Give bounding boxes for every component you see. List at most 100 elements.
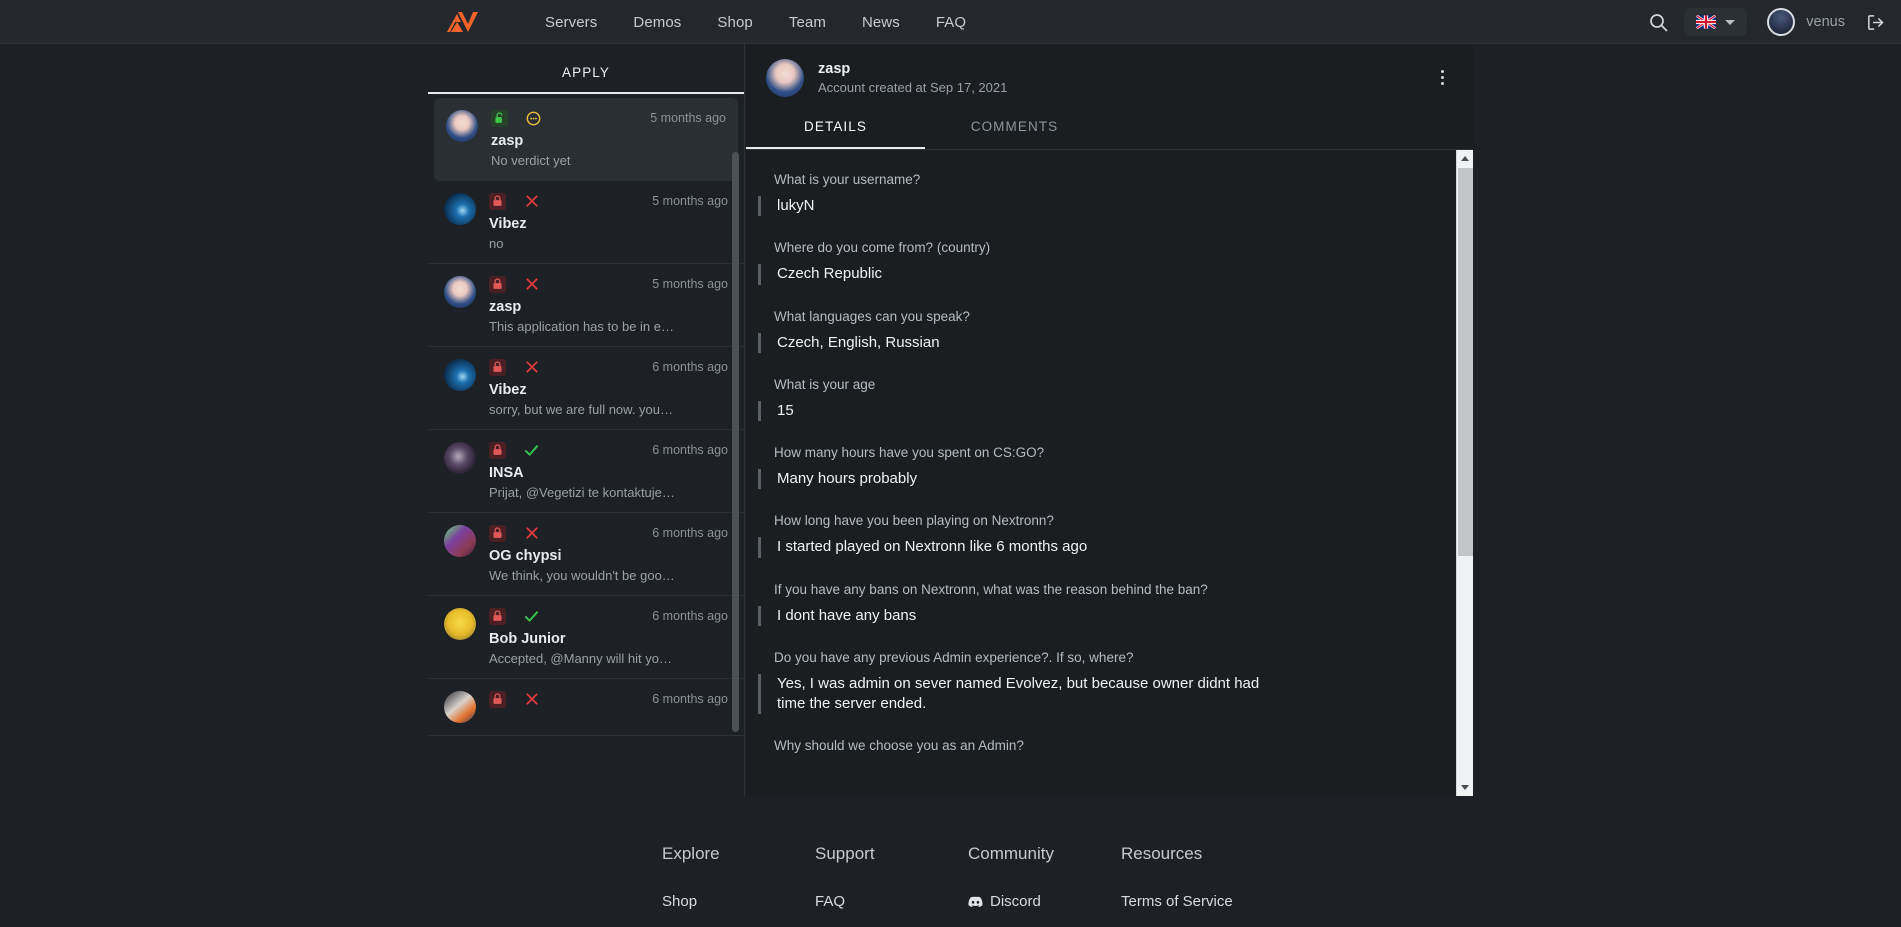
nav-item-demos[interactable]: Demos: [633, 14, 681, 31]
application-list-item[interactable]: 6 months ago Vibez sorry, but we are ful…: [428, 347, 744, 430]
check-icon: [524, 610, 539, 622]
verdict-icon: [523, 691, 540, 708]
verdict-text: sorry, but we are full now. you…: [489, 402, 674, 417]
kebab-menu-icon[interactable]: [1429, 65, 1455, 91]
footer-column: Community Discord: [968, 844, 1121, 910]
footer-link[interactable]: Terms of Service: [1121, 893, 1274, 910]
details-body: What is your username? lukyN Where do you …: [746, 150, 1473, 796]
answer-text: I dont have any bans: [758, 605, 1288, 626]
answer-text: Many hours probably: [758, 469, 1288, 490]
logo-icon: [447, 12, 478, 32]
timestamp: 6 months ago: [652, 443, 728, 457]
application-list-item[interactable]: 5 months ago zasp No verdict yet: [434, 98, 738, 181]
user-menu[interactable]: venus: [1767, 8, 1845, 36]
applicant-avatar: [444, 525, 476, 557]
application-list-item[interactable]: 6 months ago: [428, 679, 744, 736]
header-actions: venus: [1638, 0, 1893, 44]
uk-flag-icon: [1696, 15, 1717, 29]
question-label: If you have any bans on Nextronn, what w…: [774, 581, 1208, 597]
pending-icon: [526, 111, 541, 125]
search-icon: [1649, 13, 1668, 31]
verdict-icon: [525, 110, 542, 127]
applicant-avatar: [444, 193, 476, 225]
search-button[interactable]: [1638, 2, 1678, 42]
tab-comments[interactable]: COMMENTS: [925, 111, 1104, 149]
applicant-name: Bob Junior: [489, 631, 566, 647]
question-label: What languages can you speak?: [774, 308, 970, 324]
verdict-text: This application has to be in e…: [489, 319, 674, 334]
application-list-item[interactable]: 6 months ago Bob Junior Accepted, @Manny…: [428, 596, 744, 679]
language-selector[interactable]: [1684, 8, 1748, 36]
triangle-down-icon: [1460, 785, 1469, 790]
sidebar-scrollbar-thumb[interactable]: [732, 152, 739, 732]
verdict-text: Accepted, @Manny will hit yo…: [489, 651, 672, 666]
qa-block: Why should we choose you as an Admin?: [758, 738, 1445, 753]
verdict-text: No verdict yet: [491, 153, 571, 168]
question-label: Do you have any previous Admin experienc…: [774, 649, 1134, 665]
answer-text: Czech, English, Russian: [758, 332, 1288, 353]
details-scrollbar-thumb[interactable]: [1458, 168, 1473, 556]
footer-column-title: Community: [968, 844, 1054, 863]
application-list-item[interactable]: 6 months ago OG chypsi We think, you wou…: [428, 513, 744, 596]
applicant-name: Vibez: [489, 382, 527, 398]
logout-button[interactable]: [1857, 4, 1893, 40]
applications-sidebar: APPLY 5 months ago zasp No verdict yet 5…: [428, 44, 745, 796]
qa-block: Do you have any previous Admin experienc…: [758, 650, 1445, 715]
nav-item-team[interactable]: Team: [789, 14, 826, 31]
nav-item-faq[interactable]: FAQ: [936, 14, 966, 31]
question-label: What is your age: [774, 376, 876, 392]
user-name-label: venus: [1806, 14, 1845, 30]
scroll-up-button[interactable]: [1457, 150, 1473, 167]
applicant-avatar: [446, 110, 478, 142]
cross-icon: [525, 278, 538, 290]
application-list-item[interactable]: 6 months ago INSA Prijat, @Vegetizi te k…: [428, 430, 744, 513]
scroll-down-button[interactable]: [1457, 779, 1472, 796]
details-header: zasp Account created at Sep 17, 2021: [746, 44, 1473, 111]
check-icon: [524, 444, 539, 456]
qa-block: How long have you been playing on Nextro…: [758, 513, 1445, 558]
footer-link[interactable]: Discord: [968, 893, 1121, 910]
applicant-name: zasp: [489, 299, 522, 315]
verdict-text: We think, you wouldn't be goo…: [489, 568, 675, 583]
site-footer: Explore Shop Support FAQ Community Disco…: [0, 796, 1901, 927]
nav-item-news[interactable]: News: [862, 14, 900, 31]
qa-block: What is your username? lukyN: [758, 172, 1445, 217]
sidebar-tab-apply[interactable]: APPLY: [428, 65, 744, 94]
nav-item-servers[interactable]: Servers: [545, 14, 597, 31]
lock-icon: [493, 195, 502, 206]
footer-column-title: Resources: [1121, 844, 1203, 863]
verdict-icon: [523, 442, 540, 459]
applicant-name: zasp: [818, 60, 851, 77]
applicant-avatar: [444, 691, 476, 723]
applicant-avatar: [444, 359, 476, 391]
lock-icon: [493, 693, 502, 704]
application-list-item[interactable]: 5 months ago zasp This application has t…: [428, 264, 744, 347]
unlock-icon: [495, 112, 503, 123]
footer-column-title: Support: [815, 844, 875, 863]
applicant-name: OG chypsi: [489, 548, 562, 564]
application-list-item[interactable]: 5 months ago Vibez no: [428, 181, 744, 264]
lock-badge: [489, 275, 506, 293]
applications-list[interactable]: 5 months ago zasp No verdict yet 5 month…: [428, 94, 744, 796]
timestamp: 6 months ago: [652, 692, 728, 706]
timestamp: 6 months ago: [652, 526, 728, 540]
lock-badge: [489, 607, 506, 625]
applicant-avatar: [444, 276, 476, 308]
cross-icon: [525, 693, 538, 705]
footer-link[interactable]: Shop: [662, 893, 815, 910]
answer-text: Yes, I was admin on sever named Evolvez,…: [758, 673, 1288, 715]
discord-icon: [968, 896, 983, 907]
logout-icon: [1867, 14, 1883, 30]
footer-link[interactable]: FAQ: [815, 893, 968, 910]
details-scrollbar[interactable]: [1456, 150, 1473, 796]
question-label: Why should we choose you as an Admin?: [774, 738, 1024, 754]
nextronn-logo[interactable]: [437, 6, 491, 38]
tab-details[interactable]: DETAILS: [746, 111, 925, 149]
footer-link-label: Terms of Service: [1121, 893, 1233, 910]
timestamp: 5 months ago: [652, 277, 728, 291]
nav-item-shop[interactable]: Shop: [717, 14, 752, 31]
account-created-label: Account created at Sep 17, 2021: [818, 79, 1008, 95]
sidebar-scrollbar[interactable]: [732, 152, 739, 796]
lock-badge: [489, 690, 506, 708]
question-label: How many hours have you spent on CS:GO?: [774, 445, 1045, 460]
